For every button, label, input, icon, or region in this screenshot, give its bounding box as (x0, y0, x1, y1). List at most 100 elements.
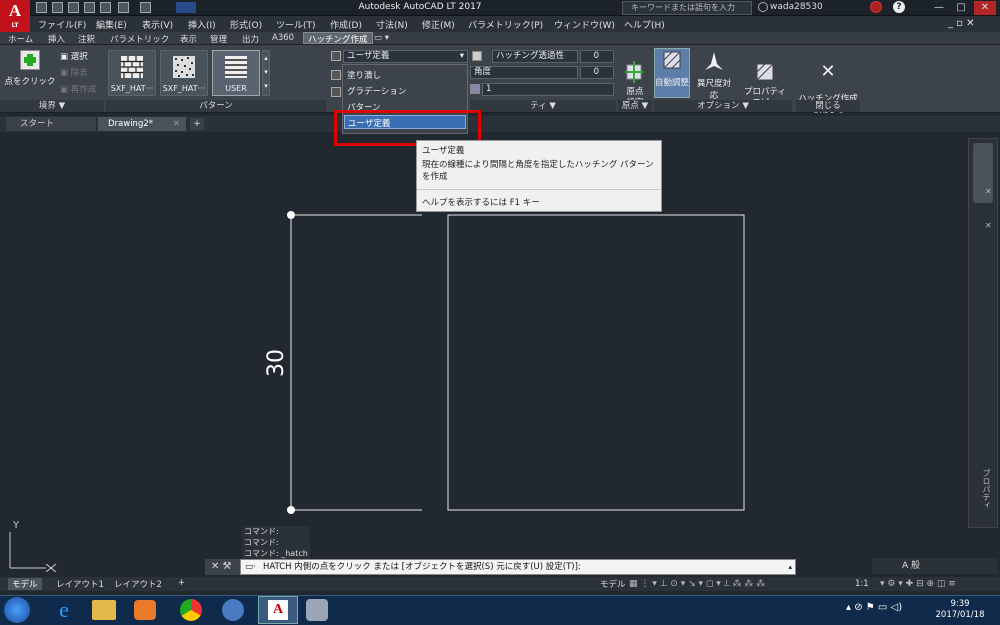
pattern-swatch-user[interactable]: USER (212, 50, 260, 96)
help-icon[interactable]: ? (893, 1, 905, 13)
transparency-label[interactable]: ハッチング透過性 (492, 50, 578, 63)
start-button-icon[interactable] (4, 597, 30, 623)
command-line-input[interactable]: ▭· HATCH 内側の点をクリック または [オブジェクトを選択(S) 元に戻… (240, 559, 796, 575)
layout-tab-model[interactable]: モデル (8, 578, 42, 590)
associative-icon (663, 51, 681, 69)
menu-window[interactable]: ウィンドウ(W) (554, 18, 615, 31)
annotation-scale[interactable]: 1:1 (855, 579, 869, 589)
rectangle-boundary[interactable] (447, 214, 745, 511)
ime-bar[interactable]: A 般 (872, 558, 998, 574)
tab-home[interactable]: ホーム (8, 33, 33, 45)
add-tab-button[interactable]: + (190, 118, 204, 130)
spacing-input[interactable]: 1 (482, 83, 614, 96)
close-palette-icon[interactable]: ✕ (985, 187, 992, 196)
document-tabs: スタート Drawing2* ✕ + (0, 116, 1000, 132)
tab-annotate[interactable]: 注釈 (78, 33, 95, 45)
ribbon-options-icon[interactable]: ▭ ▾ (374, 33, 389, 43)
undo-icon[interactable] (118, 2, 129, 13)
status-settings-icons[interactable]: ▾ ⚙ ▾ ✚ ⊟ ⊕ ◫ ≡ (880, 579, 956, 589)
tab-parametric[interactable]: パラメトリック (110, 33, 169, 45)
tab-start[interactable]: スタート (6, 117, 96, 131)
print-icon[interactable] (100, 2, 111, 13)
menu-modify[interactable]: 修正(M) (422, 18, 455, 31)
app-menu-button[interactable]: A LT (0, 0, 30, 32)
layout-tab-add[interactable]: + (174, 578, 189, 590)
tab-output[interactable]: 出力 (242, 33, 259, 45)
pick-point-button[interactable]: 点をクリック (3, 50, 57, 87)
save-icon[interactable] (68, 2, 79, 13)
menu-parametric[interactable]: パラメトリック(P) (468, 18, 543, 31)
options-panel-label[interactable]: オプション ▼ (654, 100, 792, 112)
tab-a360[interactable]: A360 (272, 33, 294, 43)
hatch-type-select[interactable]: ユーザ定義 ▾ (343, 50, 468, 63)
binoculars-icon[interactable] (758, 2, 768, 12)
status-bar-toggles[interactable]: ▦ ⋮ ▾ ⊥ ⊙ ▾ ↘ ▾ ◻ ▾ ⟂ ⁂ ⁂ ⁂ 1:1 ▾ ⚙ ▾ ✚ … (625, 578, 1000, 591)
properties-palette-strip[interactable]: ✕ ✕ プロパティ (968, 138, 998, 528)
redo-icon[interactable] (140, 2, 151, 13)
menu-tools[interactable]: ツール(T) (276, 18, 316, 31)
maximize-button[interactable]: □ (950, 1, 972, 15)
pattern-swatch-1[interactable]: SXF_HAT··· (108, 50, 156, 96)
angle-input[interactable]: 0 (580, 66, 614, 79)
save-as-icon[interactable] (84, 2, 95, 13)
dropdown-item-gradient[interactable]: グラデーション (347, 85, 406, 97)
command-history-toggle-icon[interactable]: ▴ (788, 560, 792, 574)
tab-manage[interactable]: 管理 (210, 33, 227, 45)
dimension-text[interactable]: 30 (264, 349, 289, 377)
remove-boundary-button[interactable]: ▣ 除去 (60, 66, 88, 78)
select-objects-button[interactable]: ▣ 選択 (60, 50, 88, 62)
system-tray-icons[interactable]: ▴ ⊘ ⚑ ▭ ◁) (846, 602, 902, 613)
command-line-close-icon[interactable]: ✕ ⚒ (205, 559, 240, 575)
close-tab-icon[interactable]: ✕ (173, 117, 180, 131)
menu-help[interactable]: ヘルプ(H) (624, 18, 665, 31)
angle-label[interactable]: 角度 (470, 66, 578, 79)
autocad-taskbar-icon[interactable]: A (258, 596, 298, 624)
status-toggle-icons[interactable]: ▦ ⋮ ▾ ⊥ ⊙ ▾ ↘ ▾ ◻ ▾ ⟂ ⁂ ⁂ ⁂ (629, 579, 765, 589)
tab-view[interactable]: 表示 (180, 33, 197, 45)
workspace-icon[interactable] (176, 2, 196, 13)
menu-insert[interactable]: 挿入(I) (188, 18, 216, 31)
transparency-input[interactable]: 0 (580, 50, 614, 63)
close-palette-icon-2[interactable]: ✕ (985, 221, 992, 230)
search-input[interactable]: キーワードまたは語句を入力 (622, 1, 752, 15)
new-icon[interactable] (36, 2, 47, 13)
tab-drawing2[interactable]: Drawing2* ✕ (98, 117, 186, 131)
user-name[interactable]: wada28530 (770, 2, 823, 12)
dropdown-item-solid[interactable]: 塗り潰し (347, 69, 381, 81)
close-button[interactable]: ✕ (974, 1, 996, 15)
recreate-boundary-button[interactable]: ▣ 再作成 (60, 83, 96, 95)
tab-hatch-creation[interactable]: ハッチング作成 (303, 32, 373, 45)
app-logo-sub: LT (11, 22, 19, 29)
properties-panel-label[interactable]: ティ ▼ (470, 100, 616, 112)
dimension-grip-bottom[interactable] (287, 506, 295, 514)
origin-panel-label[interactable]: 原点 ▼ (618, 100, 652, 112)
boundary-panel-label[interactable]: 境界 ▼ (0, 100, 104, 112)
thunderbird-icon[interactable] (222, 599, 244, 621)
pattern-swatch-2[interactable]: SXF_HAT··· (160, 50, 208, 96)
exchange-icon[interactable] (870, 1, 882, 13)
annotative-button[interactable]: 異尺度対応 (693, 50, 735, 101)
pattern-scroll[interactable]: ▴ ▾ ▾ (262, 50, 270, 96)
menu-edit[interactable]: 編集(E) (96, 18, 127, 31)
layout-tab-2[interactable]: レイアウト2 (110, 578, 166, 590)
menu-view[interactable]: 表示(V) (142, 18, 173, 31)
taskbar-clock[interactable]: 9:39 2017/01/18 (930, 599, 990, 621)
internet-explorer-icon[interactable]: e (48, 598, 80, 622)
layout-tab-1[interactable]: レイアウト1 (52, 578, 108, 590)
menu-draw[interactable]: 作成(D) (330, 18, 362, 31)
remove-icon: ▣ (60, 68, 71, 78)
paint-icon[interactable] (306, 599, 328, 621)
minimize-button[interactable]: — (928, 1, 950, 15)
menu-format[interactable]: 形式(O) (230, 18, 262, 31)
tab-insert[interactable]: 挿入 (48, 33, 65, 45)
associative-button[interactable]: 自動調整 (654, 48, 690, 98)
dimension-grip-top[interactable] (287, 211, 295, 219)
file-explorer-icon[interactable] (92, 600, 116, 620)
status-model-space[interactable]: モデル (600, 578, 626, 590)
chrome-icon[interactable] (180, 599, 202, 621)
open-icon[interactable] (52, 2, 63, 13)
doc-minimize-icon[interactable]: _ ▫ ✕ (948, 18, 975, 29)
menu-file[interactable]: ファイル(F) (38, 18, 86, 31)
media-player-icon[interactable] (134, 600, 156, 620)
menu-dimension[interactable]: 寸法(N) (376, 18, 408, 31)
